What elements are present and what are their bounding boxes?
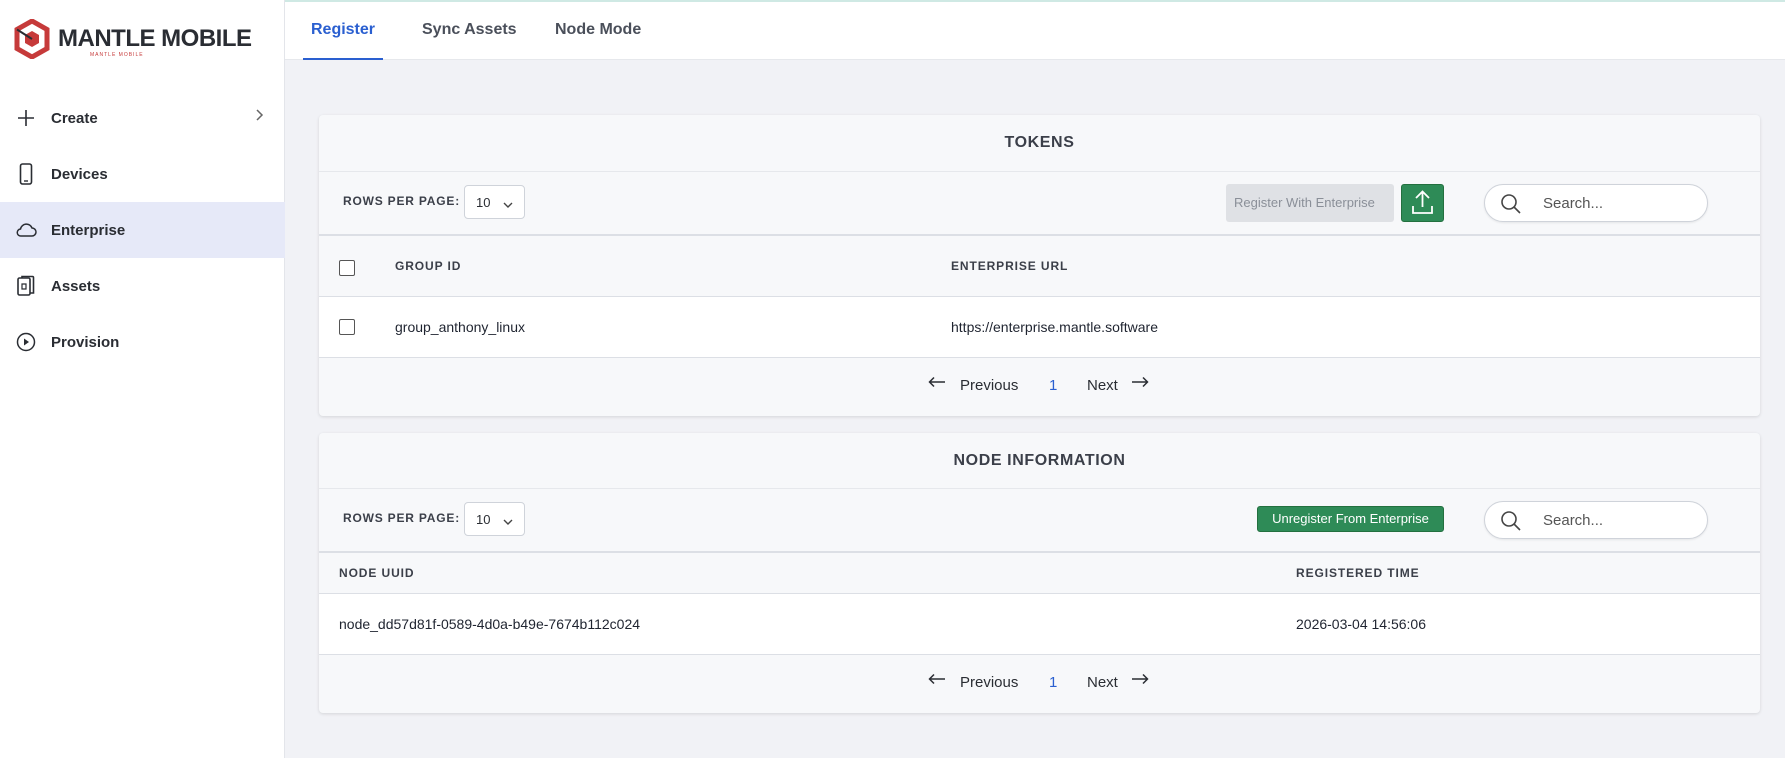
sidebar-item-enterprise[interactable]: Enterprise (0, 202, 285, 258)
tokens-panel: TOKENS ROWS PER PAGE: 10 Register With E… (319, 115, 1760, 416)
brand-name: MANTLE MOBILE (58, 25, 252, 52)
chevron-down-icon (503, 514, 513, 529)
register-with-enterprise-button[interactable]: Register With Enterprise (1226, 184, 1394, 222)
chevron-right-icon (255, 108, 265, 126)
next-page-button[interactable]: Next (1087, 377, 1118, 394)
rows-per-page-value: 10 (476, 194, 491, 210)
sidebar-item-label: Devices (51, 165, 108, 183)
play-circle-icon (15, 331, 37, 353)
phone-icon (15, 163, 37, 185)
tokens-table-header: GROUP ID ENTERPRISE URL (319, 236, 1760, 297)
node-toolbar: ROWS PER PAGE: 10 Unregister From Enterp… (319, 489, 1760, 553)
arrow-right-icon[interactable] (1131, 672, 1149, 689)
plus-icon (15, 107, 37, 129)
tokens-pagination: Previous 1 Next (319, 358, 1760, 414)
sidebar-item-label: Create (51, 109, 98, 127)
rows-per-page-select[interactable]: 10 (464, 185, 525, 219)
sidebar-item-label: Enterprise (51, 221, 126, 239)
next-page-button[interactable]: Next (1087, 674, 1118, 691)
previous-page-button[interactable]: Previous (960, 377, 1018, 394)
sidebar: MANTLE MOBILE MANTLE MOBILE Create Devic… (0, 0, 285, 758)
sidebar-item-label: Provision (51, 333, 120, 351)
top-tab-bar: Register Sync Assets Node Mode (285, 2, 1785, 60)
search-icon (1500, 510, 1522, 537)
rows-per-page-label: ROWS PER PAGE: (343, 511, 460, 525)
tab-node-mode[interactable]: Node Mode (555, 2, 641, 60)
tab-register[interactable]: Register (303, 2, 383, 60)
column-header-group-id: GROUP ID (395, 259, 462, 273)
sidebar-item-provision[interactable]: Provision (0, 314, 285, 370)
cloud-icon (15, 219, 37, 241)
arrow-left-icon[interactable] (928, 375, 946, 392)
brand-logo[interactable]: MANTLE MOBILE MANTLE MOBILE (14, 17, 252, 61)
brand-tagline: MANTLE MOBILE (90, 52, 144, 58)
row-checkbox[interactable] (339, 319, 355, 335)
search-icon (1500, 193, 1522, 220)
sidebar-item-create[interactable]: Create (0, 90, 285, 146)
previous-page-button[interactable]: Previous (960, 674, 1018, 691)
node-search-input[interactable] (1543, 510, 1693, 530)
enterprise-url-cell: https://enterprise.mantle.software (951, 319, 1158, 335)
registered-time-cell: 2026-03-04 14:56:06 (1296, 616, 1426, 632)
rows-per-page-value: 10 (476, 511, 491, 527)
upload-icon (1412, 190, 1433, 214)
node-information-panel: NODE INFORMATION ROWS PER PAGE: 10 Unreg… (319, 433, 1760, 713)
node-uuid-cell: node_dd57d81f-0589-4d0a-b49e-7674b112c02… (339, 616, 641, 632)
column-header-node-uuid: NODE UUID (339, 566, 415, 580)
column-header-registered-time: REGISTERED TIME (1296, 566, 1420, 580)
page-number[interactable]: 1 (1049, 674, 1057, 691)
select-all-checkbox[interactable] (339, 260, 355, 276)
column-header-enterprise-url: ENTERPRISE URL (951, 259, 1069, 273)
sidebar-item-label: Assets (51, 277, 101, 295)
tab-sync-assets[interactable]: Sync Assets (422, 2, 517, 60)
node-pagination: Previous 1 Next (319, 655, 1760, 711)
table-row[interactable]: node_dd57d81f-0589-4d0a-b49e-7674b112c02… (319, 594, 1760, 655)
table-row[interactable]: group_anthony_linux https://enterprise.m… (319, 297, 1760, 358)
sidebar-nav: Create Devices Enterprise Assets Provisi… (0, 90, 285, 370)
documents-icon (15, 275, 37, 297)
rows-per-page-label: ROWS PER PAGE: (343, 194, 460, 208)
arrow-left-icon[interactable] (928, 672, 946, 689)
tokens-search-field[interactable] (1484, 184, 1708, 222)
node-search-field[interactable] (1484, 501, 1708, 539)
tokens-search-input[interactable] (1543, 193, 1693, 213)
tokens-title: TOKENS (319, 115, 1760, 172)
node-information-title: NODE INFORMATION (319, 433, 1760, 489)
rows-per-page-select[interactable]: 10 (464, 502, 525, 536)
sidebar-item-assets[interactable]: Assets (0, 258, 285, 314)
unregister-from-enterprise-button[interactable]: Unregister From Enterprise (1257, 506, 1444, 532)
mantle-logo-icon (14, 19, 50, 59)
page-number[interactable]: 1 (1049, 377, 1057, 394)
upload-button[interactable] (1401, 184, 1444, 222)
arrow-right-icon[interactable] (1131, 375, 1149, 392)
chevron-down-icon (503, 197, 513, 212)
group-id-cell: group_anthony_linux (395, 319, 525, 335)
node-table-header: NODE UUID REGISTERED TIME (319, 553, 1760, 594)
sidebar-item-devices[interactable]: Devices (0, 146, 285, 202)
tokens-toolbar: ROWS PER PAGE: 10 Register With Enterpri… (319, 172, 1760, 236)
